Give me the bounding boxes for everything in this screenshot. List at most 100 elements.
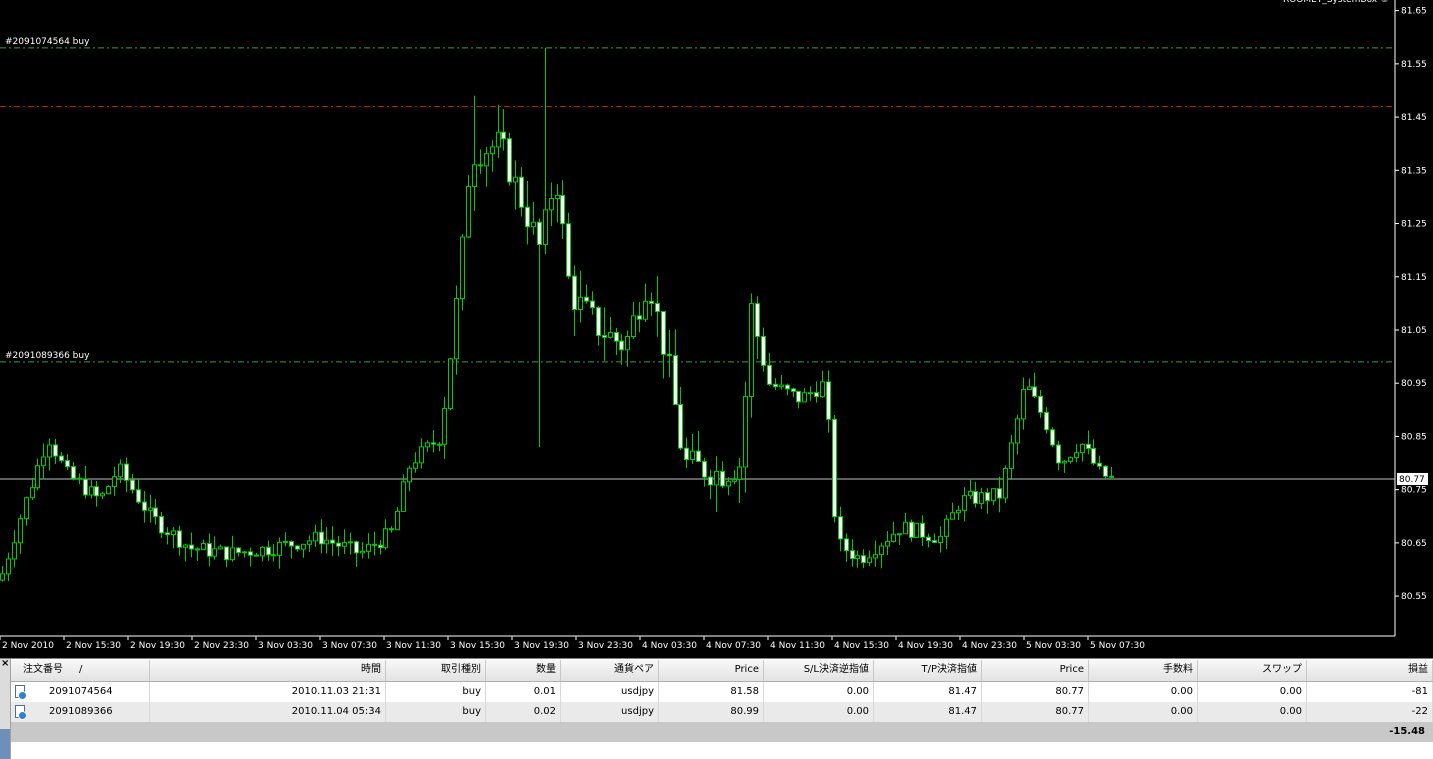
candle-body [708,476,713,486]
column-header-type[interactable]: 取引種別 [386,660,486,681]
candle-body [354,541,359,554]
candle-body [189,544,194,550]
column-header-sl[interactable]: S/L決済逆指値 [764,660,874,681]
cell-pair: usdjpy [561,682,659,702]
cell-swap: 0.00 [1198,702,1307,722]
cell-time: 2010.11.03 21:31 [150,682,386,702]
cell-time: 2010.11.04 05:34 [150,702,386,722]
candle-body [944,518,949,537]
candle-body [1021,388,1026,420]
candle-body [372,543,377,546]
candle-body [277,541,282,556]
cell-lots: 0.02 [486,702,561,722]
candle-body [814,392,819,398]
cell-current-price: 80.77 [982,682,1089,702]
candle-body [844,538,849,552]
candle-body [1062,460,1067,464]
column-header-tp[interactable]: T/P決済指値 [874,660,982,681]
candle-body [655,302,660,313]
column-header-commission[interactable]: 手数料 [1089,660,1198,681]
candle-body [702,460,707,478]
time-tick-label: 3 Nov 23:30 [578,641,633,651]
candle-body [926,536,931,542]
candle-body [472,164,477,187]
terminal-side-bar: × [0,659,11,759]
table-row[interactable]: 2091089366 2010.11.04 05:34 buy 0.02 usd… [11,702,1433,722]
time-tick-label: 2 Nov 2010 [2,641,54,651]
candle-body [1056,444,1061,464]
candle-body [979,492,984,504]
total-profit: -15.48 [1389,726,1425,737]
candle-body [77,477,82,480]
price-tick-label: 81.65 [1401,7,1427,17]
candle-body [236,547,241,554]
chart-canvas[interactable]: 81.65 81.55 81.45 81.35 81.25 81.15 81.05 80.95… [0,0,1433,658]
candle-body [53,444,58,457]
time-tick-label: 2 Nov 19:30 [130,641,185,651]
candle-body [631,315,636,338]
column-header-time[interactable]: 時間 [150,660,386,681]
column-header-order[interactable]: 注文番号 / [11,660,150,681]
candle-body [289,540,294,547]
table-row[interactable]: 2091074564 2010.11.03 21:31 buy 0.01 usd… [11,682,1433,702]
column-header-price[interactable]: Price [659,660,764,681]
candle-body [743,395,748,468]
candle-body [531,221,536,228]
candle-body [130,479,135,491]
candle-body [1044,411,1049,431]
candle-body [301,543,306,550]
candle-body [755,303,760,337]
time-tick-label: 3 Nov 19:30 [514,641,569,651]
candle-body [572,275,577,311]
candle-body [802,392,807,403]
price-tick-label: 80.95 [1401,379,1427,389]
candle-body [65,460,70,468]
order-line-label: #2091074564 buy [5,37,90,47]
current-price-label: 80.77 [1399,475,1425,485]
candle-body [909,521,914,538]
candle-body [519,176,524,208]
candle-body [478,164,483,167]
cell-price: 80.99 [659,702,764,722]
column-header-profit[interactable]: 損益 [1307,660,1433,681]
candle-body [466,185,471,238]
candle-body [218,546,223,550]
cell-commission: 0.00 [1089,702,1198,722]
price-chart[interactable]: 81.65 81.55 81.45 81.35 81.25 81.15 81.05 80.95… [0,0,1433,658]
order-line-label: #2091089366 buy [5,351,90,361]
close-icon[interactable]: × [1,659,9,669]
candle-body [501,131,506,140]
terminal-vertical-tab[interactable] [0,729,10,759]
candle-body [767,364,772,385]
candle-body [484,153,489,167]
time-tick-label: 2 Nov 23:30 [194,641,249,651]
candle-body [407,467,412,483]
candle-body [24,497,29,520]
candle-body [726,480,731,487]
candle-body [891,533,896,542]
price-tick-label: 81.45 [1401,113,1427,123]
candle-body [153,507,158,518]
candle-body [914,522,919,538]
candle-body [584,296,589,302]
column-header-lots[interactable]: 数量 [486,660,561,681]
candle-body [118,463,123,478]
candle-body [496,131,501,148]
candle-body [560,194,565,225]
column-header-pair[interactable]: 通貨ペア [561,660,659,681]
price-tick-label: 81.05 [1401,326,1427,336]
cell-order: 2091074564 [11,682,150,702]
time-tick-label: 4 Nov 23:30 [962,641,1017,651]
candle-body [212,548,217,557]
candle-body [714,470,719,486]
column-header-swap[interactable]: スワップ [1198,660,1307,681]
candle-body [684,447,689,461]
candle-body [94,486,99,497]
candle-body [442,407,447,445]
column-header-current-price[interactable]: Price [982,660,1089,681]
candle-body [673,355,678,406]
candle-body [383,528,388,549]
header-label-order: 注文番号 [23,664,63,675]
candle-body [201,543,206,551]
candle-body [360,550,365,554]
